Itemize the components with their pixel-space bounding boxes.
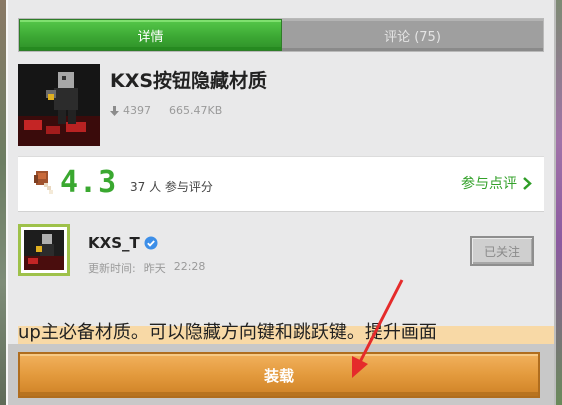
follow-button[interactable]: 已关注 [470,236,534,266]
download-arrow-icon [110,105,119,116]
chevron-right-icon [523,176,532,190]
author-name-text: KXS_T [88,234,140,252]
avatar-image [24,230,64,270]
drumstick-icon [34,171,53,194]
author-name[interactable]: KXS_T [88,234,158,252]
write-review-link[interactable]: 参与点评 [461,173,532,193]
write-review-label: 参与点评 [461,176,517,192]
rating-row: 4.3 37 人 参与评分 参与点评 [18,156,544,212]
author-avatar[interactable] [18,224,70,276]
file-size: 665.47KB [169,104,223,117]
tab-details[interactable]: 详情 [19,19,282,51]
resource-detail-panel: 详情 评论 (75) KXS按钮隐藏材质 4397 665.47KB 4.3 3… [6,0,556,405]
download-count-value: 4397 [123,104,151,117]
update-time: 更新时间: 昨天 22:28 [88,260,205,276]
download-count: 4397 [110,104,151,117]
resource-description: up主必备材质。可以隐藏方向键和跳跃键。提升画面 [18,318,554,344]
resource-meta: 4397 665.47KB [110,104,222,117]
verified-badge-icon [144,236,158,250]
update-time-day: 昨天 [143,262,166,275]
tab-bar: 详情 评论 (75) [18,18,544,52]
install-button[interactable]: 装载 [18,352,540,398]
update-time-clock: 22:28 [173,260,206,273]
rating-count: 37 人 参与评分 [130,180,213,194]
rating-score: 4.3 [60,165,118,200]
resource-title: KXS按钮隐藏材质 [110,70,268,92]
author-row: KXS_T 更新时间: 昨天 22:28 已关注 [18,218,544,282]
tab-comments[interactable]: 评论 (75) [282,19,543,51]
thumbnail-image [18,64,100,146]
resource-thumbnail [18,64,100,146]
update-time-label: 更新时间: [88,262,136,275]
bottom-action-bar: 装载 [8,344,554,405]
